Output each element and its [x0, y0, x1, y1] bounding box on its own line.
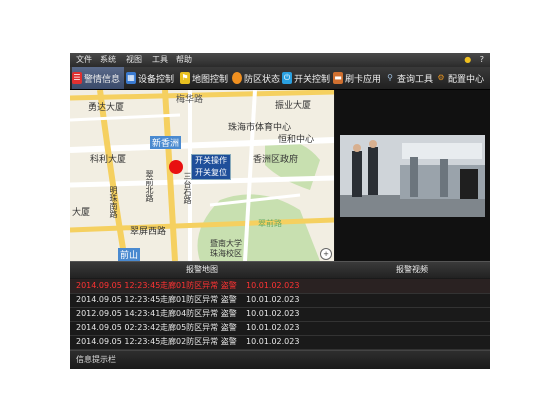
map-label: 大厦	[72, 208, 91, 218]
alarm-ip: 10.01.02.023	[246, 337, 300, 346]
table-row[interactable]: 2014.09.05 12:23:45 走廊01防区异常 盗警 10.01.02…	[70, 279, 490, 294]
map-label: 翠屏西路	[130, 227, 167, 237]
toolbar: ☰ 警情信息 ▦ 设备控制 ⚑ 地图控制 防区状态 ⏻ 开关控制 ▬ 刷卡应用 …	[70, 67, 490, 90]
alarm-desc: 走廊04防区异常 盗警	[160, 309, 237, 318]
status-text: 信息提示栏	[76, 355, 116, 364]
map-label: 翠前路	[258, 219, 282, 228]
menu-system[interactable]: 系统	[100, 54, 116, 66]
status-bar: 信息提示栏	[70, 350, 490, 369]
map-label: 前山	[118, 248, 141, 261]
bulb-icon	[232, 72, 242, 84]
map-label: 香洲区政府	[253, 155, 299, 165]
tool-config-center[interactable]: ⚙ 配置中心	[436, 67, 490, 89]
table-row[interactable]: 2014.09.05 02:23:42 走廊05防区异常 盗警 10.01.02…	[70, 321, 490, 336]
device-icon: ▦	[126, 72, 136, 84]
switch-reset-button[interactable]: 开关复位	[192, 167, 230, 179]
map-label: 梅华路	[176, 95, 204, 105]
tool-label: 防区状态	[244, 74, 281, 85]
alarm-time: 2012.09.05 14:23:41	[76, 309, 161, 318]
video-scene	[340, 135, 485, 217]
alarm-ip: 10.01.02.023	[246, 323, 300, 332]
alarm-list-icon: ☰	[72, 72, 82, 84]
alarm-desc: 走廊05防区异常 盗警	[160, 323, 237, 332]
card-icon: ▬	[333, 72, 343, 84]
panel-header: 报警地图 报警视频	[70, 261, 490, 278]
gear-icon: ⚙	[437, 73, 445, 82]
switch-popup: 开关操作 开关复位	[191, 154, 231, 180]
switch-operate-button[interactable]: 开关操作	[192, 155, 230, 167]
map-label: 珠海市体育中心	[228, 123, 292, 133]
tool-label: 设备控制	[138, 74, 175, 85]
video-frame[interactable]	[340, 135, 485, 217]
app-window: 文件 系统 视图 工具 帮助 ● ? ☰ 警情信息 ▦ 设备控制 ⚑ 地图控制 …	[70, 53, 490, 369]
menu-view[interactable]: 视图	[126, 54, 142, 66]
tool-label: 地图控制	[192, 74, 229, 85]
map-label: 珠海校区	[210, 249, 242, 258]
alarm-desc: 走廊01防区异常 盗警	[160, 295, 237, 304]
table-row[interactable]: 2014.09.05 12:23:45 走廊02防区异常 盗警 10.01.02…	[70, 335, 490, 350]
tool-card-app[interactable]: ▬ 刷卡应用	[333, 67, 385, 89]
lock-icon[interactable]: ●	[464, 55, 471, 64]
help-icon[interactable]: ?	[480, 55, 484, 64]
alarm-desc: 走廊02防区异常 盗警	[160, 337, 237, 346]
alarm-map[interactable]: 勇达大厦 梅华路 振业大厦 恒和中心 珠海市体育中心 新香洲 科利大厦 香洲区政…	[70, 90, 334, 261]
alarm-desc: 走廊01防区异常 盗警	[160, 281, 237, 290]
map-label: 勇达大厦	[88, 103, 125, 113]
map-label: 振业大厦	[275, 101, 312, 111]
tool-zone-status[interactable]: 防区状态	[232, 67, 284, 89]
alarm-time: 2014.09.05 02:23:42	[76, 323, 161, 332]
tool-switch-control[interactable]: ⏻ 开关控制	[282, 67, 334, 89]
tool-label: 开关控制	[294, 74, 331, 85]
tool-device-control[interactable]: ▦ 设备控制	[126, 67, 178, 89]
alarm-time: 2014.09.05 12:23:45	[76, 295, 161, 304]
table-row[interactable]: 2012.09.05 14:23:41 走廊04防区异常 盗警 10.01.02…	[70, 307, 490, 322]
map-label: 明珠南路	[109, 186, 118, 218]
search-icon: ⚲	[387, 73, 393, 82]
menu-tools[interactable]: 工具	[152, 54, 168, 66]
tool-query[interactable]: ⚲ 查询工具	[385, 67, 437, 89]
alarm-ip: 10.01.02.023	[246, 309, 300, 318]
map-panel-title: 报警地图	[186, 265, 218, 274]
tool-label: 配置中心	[448, 74, 485, 85]
tool-label: 刷卡应用	[345, 74, 382, 85]
table-row[interactable]: 2014.09.05 12:23:45 走廊01防区异常 盗警 10.01.02…	[70, 293, 490, 308]
map-label: 恒和中心	[278, 135, 315, 145]
alarm-time: 2014.09.05 12:23:45	[76, 337, 161, 346]
tool-label: 警情信息	[84, 74, 121, 85]
map-label: 新香洲	[150, 136, 182, 149]
map-icon: ⚑	[180, 72, 190, 84]
map-label: 翠前北路	[145, 170, 154, 202]
menu-bar: 文件 系统 视图 工具 帮助 ● ?	[70, 53, 490, 67]
tool-map-control[interactable]: ⚑ 地图控制	[180, 67, 232, 89]
alarm-ip: 10.01.02.023	[246, 295, 300, 304]
video-panel-title: 报警视频	[396, 265, 428, 274]
menubar-icons: ● ?	[458, 54, 484, 66]
power-icon: ⏻	[282, 72, 292, 84]
map-label: 科利大厦	[90, 155, 127, 165]
tool-label: 查询工具	[397, 74, 434, 85]
alarm-video-panel	[335, 90, 490, 261]
tool-alarm-info[interactable]: ☰ 警情信息	[72, 67, 124, 89]
menu-file[interactable]: 文件	[76, 54, 92, 66]
compass-icon[interactable]: +	[320, 248, 332, 260]
alarm-marker[interactable]	[169, 160, 183, 174]
alarm-time: 2014.09.05 12:23:45	[76, 281, 161, 290]
alarm-ip: 10.01.02.023	[246, 281, 300, 290]
menu-help[interactable]: 帮助	[176, 54, 192, 66]
